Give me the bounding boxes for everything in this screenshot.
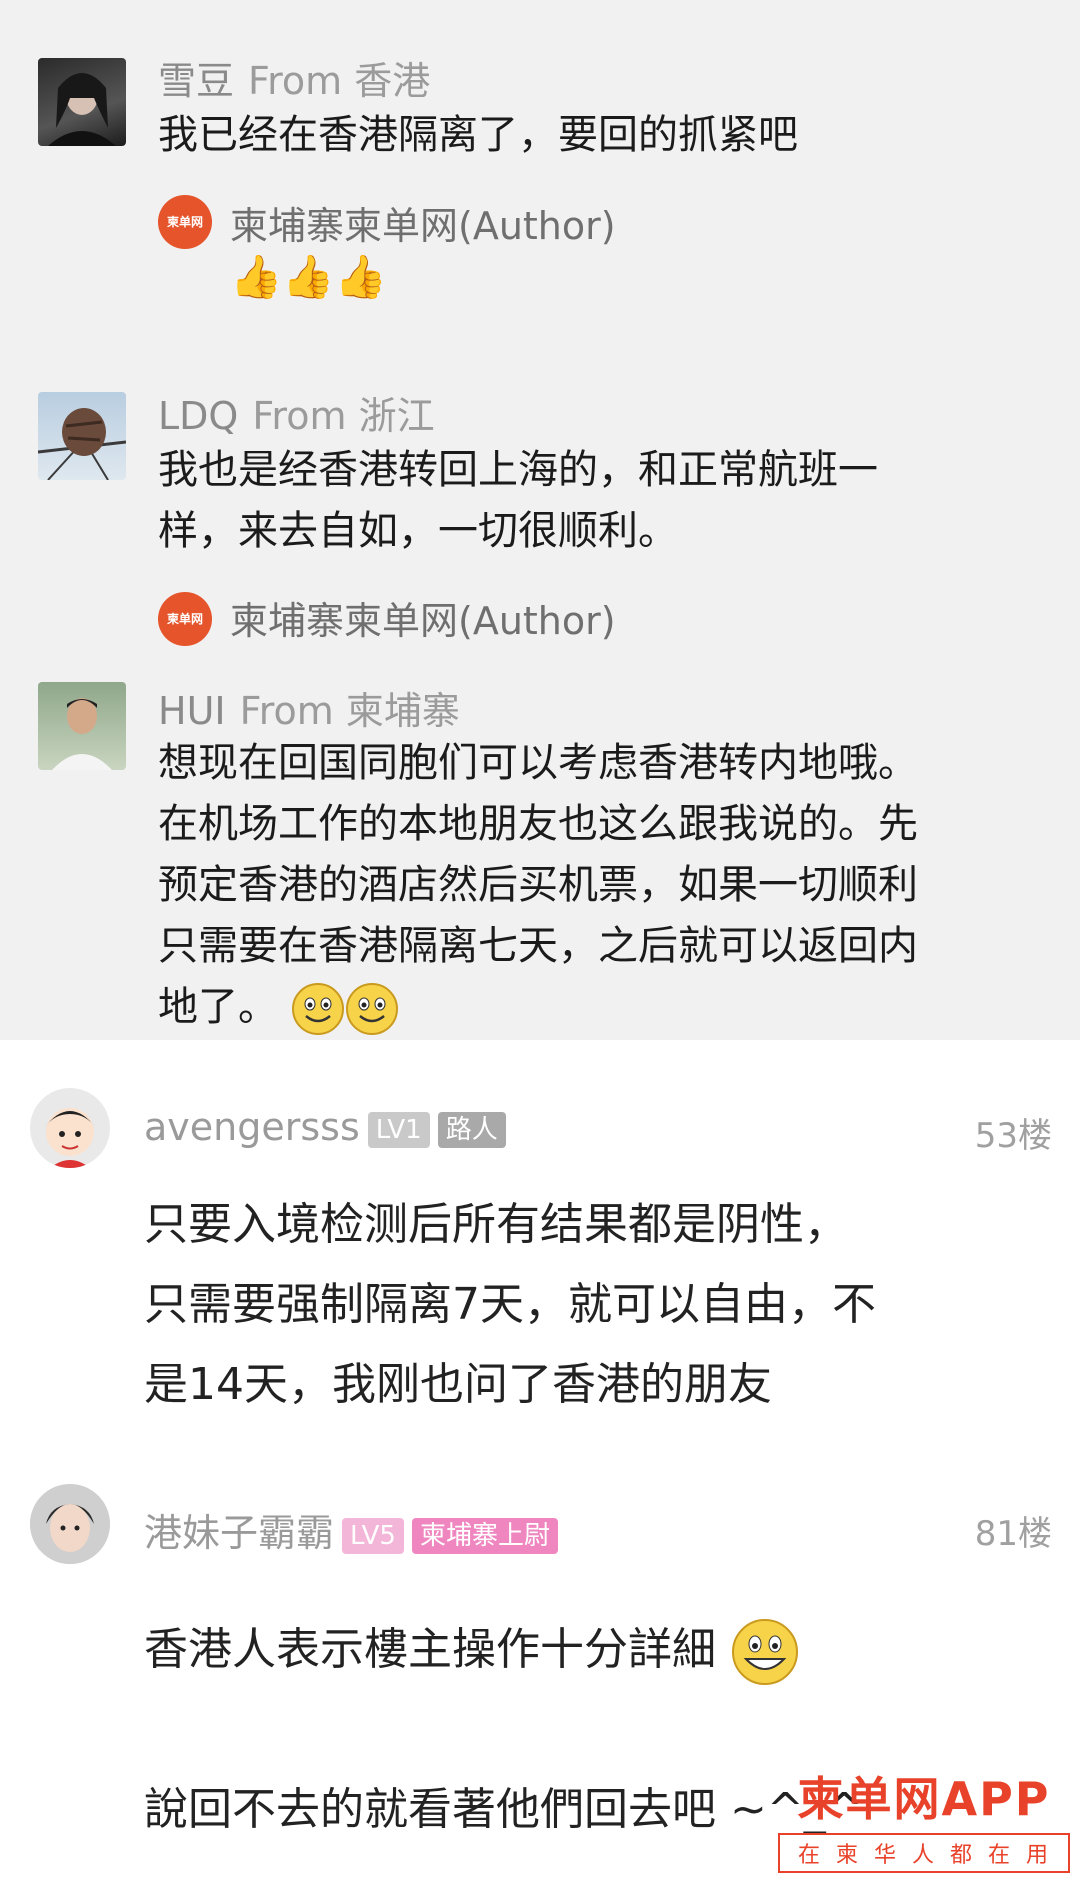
comment-text-line: 想现在回国同胞们可以考虑香港转内地哦。 [158, 740, 918, 786]
commenter-name[interactable]: HUI From 柬埔寨 [158, 680, 460, 735]
comment-text-line: 预定香港的酒店然后买机票，如果一切顺利 [158, 862, 918, 908]
comment-text: 我也是经香港转回上海的，和正常航班一 样，来去自如，一切很顺利。 [158, 440, 1028, 562]
floor-number: 81楼 [974, 1514, 1052, 1554]
comment-text-end: 地了。 [158, 984, 278, 1030]
poster-name-text: 港妹子霸霸 [144, 1511, 335, 1555]
poster-name[interactable]: avengersss LV1 路人 [144, 1105, 506, 1149]
app-watermark: 柬单网APP 在柬华人都在用 [777, 1763, 1070, 1873]
comment-text-line: 在机场工作的本地朋友也这么跟我说的。先 [158, 801, 918, 847]
watermark-slogan: 在柬华人都在用 [777, 1833, 1070, 1873]
comment-text-line: 地了。 [158, 977, 1058, 1038]
avatar-cartoon-icon [44, 1108, 96, 1168]
avatar-nest-icon [38, 408, 126, 480]
commenter-name[interactable]: 雪豆 From 香港 [158, 50, 430, 105]
grin-emoji-icon [732, 1619, 798, 1685]
commenter-location: From 浙江 [252, 394, 435, 438]
forum-post-53: avengersss LV1 路人 53楼 只要入境检测后所有结果都是阴性， 只需要… [0, 1040, 1080, 1460]
avatar[interactable] [38, 682, 126, 770]
author-logo: 柬单网 [158, 195, 212, 249]
avatar[interactable] [38, 58, 126, 146]
comment-xuedou: 雪豆 From 香港 我已经在香港隔离了，要回的抓紧吧 柬单网 柬埔寨柬单网(Au… [0, 0, 1080, 660]
comment-text: 想现在回国同胞们可以考虑香港转内地哦。 在机场工作的本地朋友也这么跟我说的。先 … [158, 733, 1058, 1038]
role-badge: 路人 [437, 1111, 506, 1148]
author-reply-thumbs-up-icon: 👍👍👍 [230, 252, 387, 301]
comment-text-line: 我也是经香港转回上海的，和正常航班一 [158, 447, 878, 493]
commenter-location: From 香港 [248, 59, 431, 103]
commenter-name-text: HUI [158, 689, 226, 733]
author-logo: 柬单网 [158, 592, 212, 646]
commenter-location: From 柬埔寨 [239, 689, 460, 733]
comment-text: 我已经在香港隔离了，要回的抓紧吧 [158, 112, 798, 158]
forum-post-81: 港妹子霸霸 LV5 柬埔寨上尉 81楼 香港人表示樓主操作十分詳細 說回不去的就看著… [0, 1460, 1080, 1901]
avatar[interactable] [38, 392, 126, 480]
commenter-name[interactable]: LDQ From 浙江 [158, 385, 435, 440]
level-badge: LV1 [367, 1111, 430, 1148]
author-name[interactable]: 柬埔寨柬单网(Author) [230, 590, 616, 645]
avatar-person-icon [52, 698, 112, 770]
commenter-name-text: LDQ [158, 394, 239, 438]
avatar-portrait-icon [30, 1484, 110, 1564]
post-text-line: 只要入境检测后所有结果都是阴性， [144, 1199, 848, 1250]
post-text-line: 是14天，我刚也问了香港的朋友 [144, 1359, 772, 1410]
role-badge: 柬埔寨上尉 [411, 1517, 558, 1554]
post-text-line: 香港人表示樓主操作十分詳細 [144, 1610, 1044, 1690]
avatar[interactable] [30, 1088, 110, 1168]
smile-emoji-icon [345, 983, 398, 1035]
level-badge: LV5 [342, 1517, 404, 1554]
smile-emoji-icon [291, 983, 344, 1035]
commenter-name-text: 雪豆 [158, 59, 235, 103]
avatar[interactable] [30, 1484, 110, 1564]
post-text: 只要入境检测后所有结果都是阴性， 只需要强制隔离7天，就可以自由，不 是14天，… [144, 1185, 1044, 1425]
comment-text-line: 只需要在香港隔离七天，之后就可以返回内 [158, 923, 918, 969]
avatar-portrait-icon [48, 73, 116, 146]
comment-text-line: 样，来去自如，一切很顺利。 [158, 508, 678, 554]
post-text-line: 只需要强制隔离7天，就可以自由，不 [144, 1279, 876, 1330]
poster-name-text: avengersss [144, 1105, 360, 1149]
watermark-brand: 柬单网APP [797, 1772, 1051, 1826]
author-name[interactable]: 柬埔寨柬单网(Author) [230, 195, 616, 250]
poster-name[interactable]: 港妹子霸霸 LV5 柬埔寨上尉 [144, 1502, 558, 1557]
post-text-line-content: 香港人表示樓主操作十分詳細 [144, 1624, 716, 1675]
floor-number: 53楼 [974, 1116, 1052, 1156]
comment-hui: HUI From 柬埔寨 想现在回国同胞们可以考虑香港转内地哦。 在机场工作的本地… [0, 660, 1080, 1040]
